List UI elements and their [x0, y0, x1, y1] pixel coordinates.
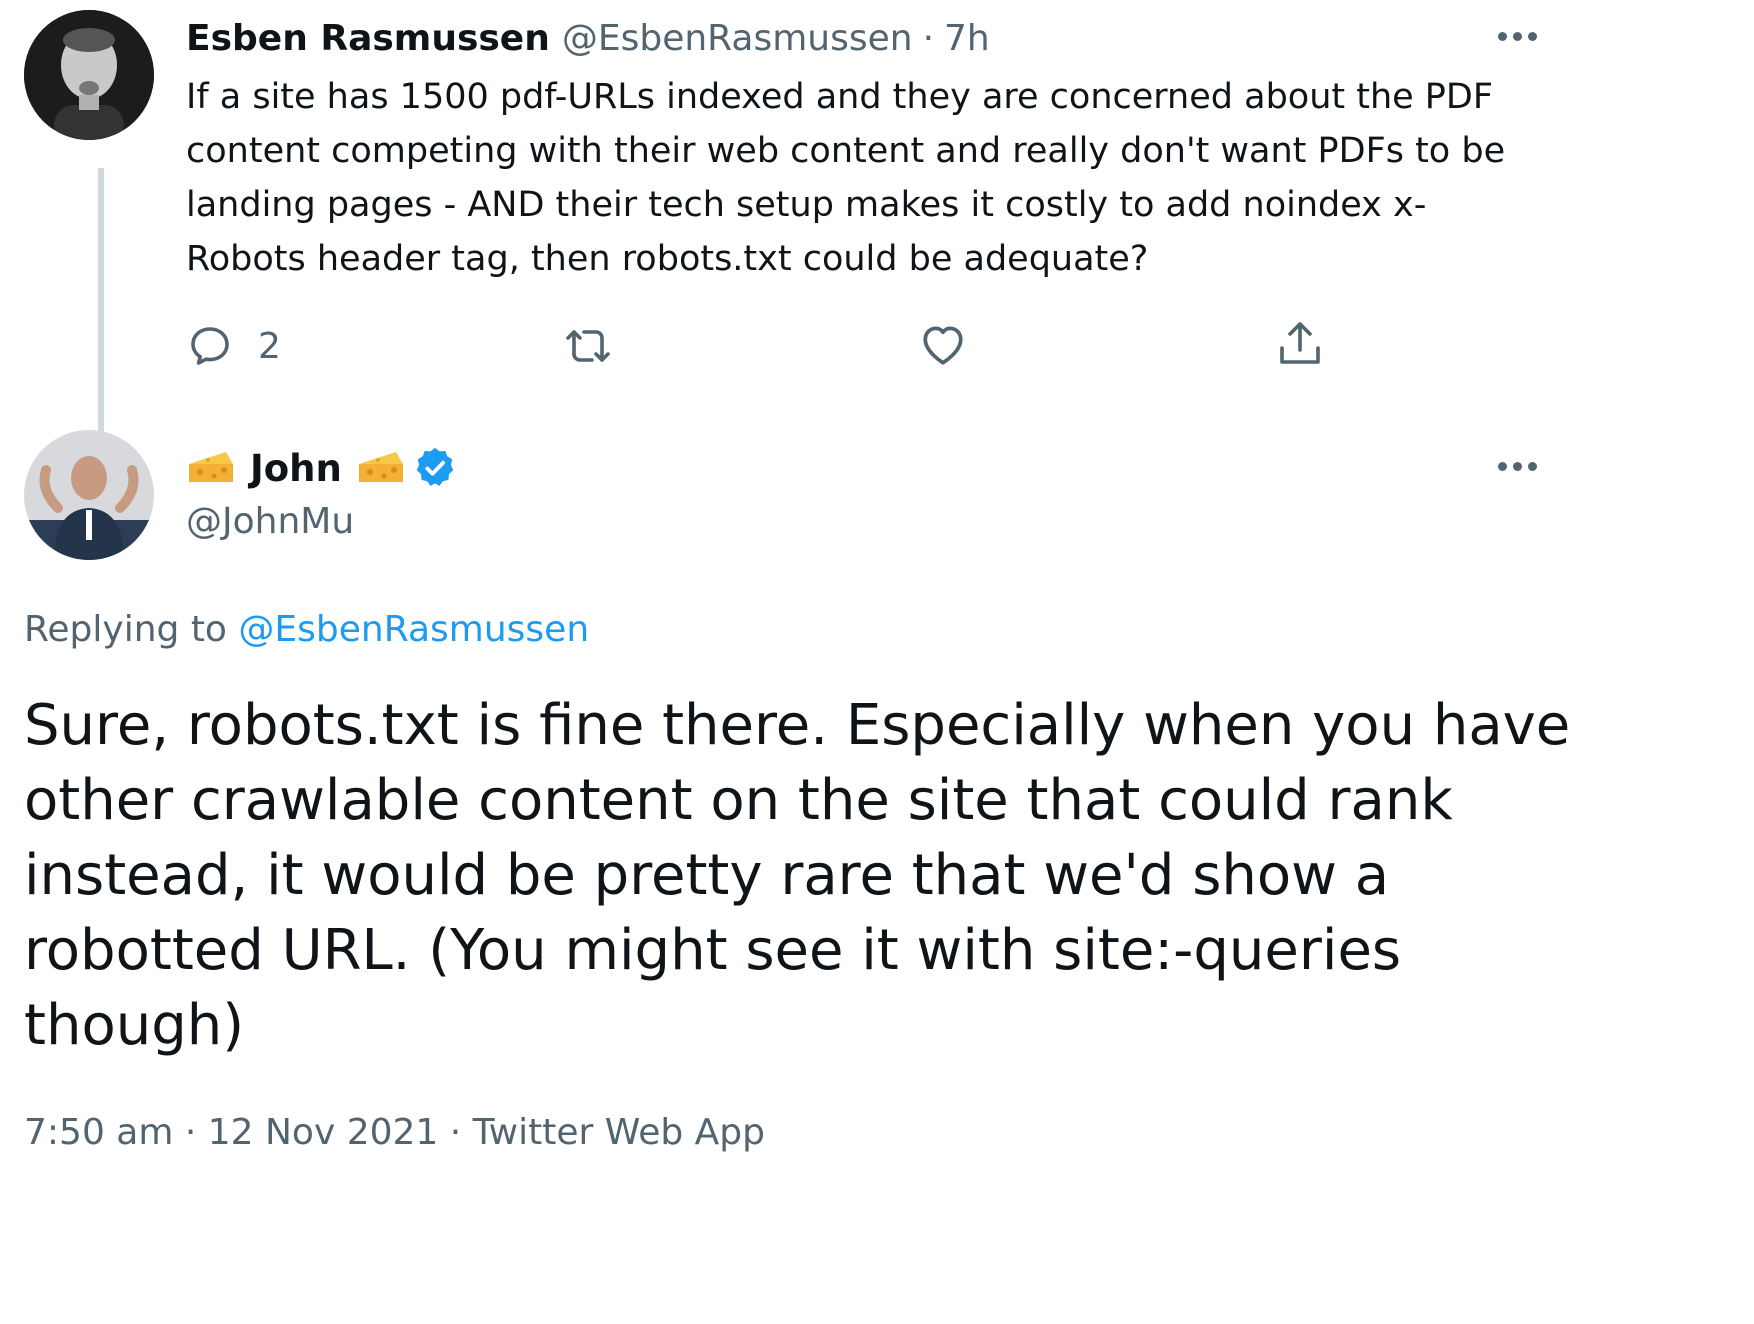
avatar-john[interactable] — [24, 430, 154, 560]
verified-badge-icon[interactable] — [412, 445, 458, 491]
thread-connector-line — [98, 168, 104, 472]
tweet-text-line: If a site has 1500 pdf-URLs indexed and … — [186, 77, 1493, 117]
reply-header: John — [186, 438, 458, 498]
tweet-text-line: landing pages - AND their tech setup mak… — [186, 185, 1427, 225]
like-button[interactable] — [918, 320, 968, 370]
reply-text-line: instead, it would be pretty rare that we… — [24, 843, 1390, 908]
reply-text-line: Sure, robots.txt is fine there. Especial… — [24, 693, 1571, 758]
tweet-text-line: Robots header tag, then robots.txt could… — [186, 239, 1149, 279]
avatar-john-image — [24, 430, 154, 560]
cheese-wedge-icon — [189, 452, 233, 482]
reply-button[interactable]: 2 — [186, 322, 281, 370]
tweet-text-line: content competing with their web content… — [186, 131, 1506, 171]
tweet-text: If a site has 1500 pdf-URLs indexed and … — [186, 70, 1546, 286]
reply-more-options-button[interactable] — [1498, 462, 1537, 471]
author-name[interactable]: Esben Rasmussen — [186, 18, 550, 59]
cheese-wedge-icon — [358, 452, 403, 482]
reply-text-line: robotted URL. (You might see it with sit… — [24, 918, 1402, 983]
more-icon — [1498, 32, 1507, 41]
heart-icon — [923, 326, 963, 365]
retweet-icon — [566, 330, 610, 362]
tweet-header: Esben Rasmussen @EsbenRasmussen · 7h — [186, 14, 990, 62]
reply-icon — [191, 327, 229, 365]
author-handle[interactable]: @EsbenRasmussen — [562, 18, 913, 59]
share-button[interactable] — [1276, 318, 1324, 370]
replying-to-prefix: Replying to — [24, 609, 227, 650]
avatar-esben-image — [24, 10, 154, 140]
more-options-button[interactable] — [1498, 32, 1537, 41]
reply-timestamp[interactable]: 7:50 am · 12 Nov 2021 · Twitter Web App — [24, 1108, 765, 1158]
reply-author-handle[interactable]: @JohnMu — [186, 498, 354, 546]
reply-text-line: though) — [24, 993, 245, 1058]
reply-text-line: other crawlable content on the site that… — [24, 768, 1453, 833]
tweet-time[interactable]: 7h — [944, 18, 990, 59]
avatar-esben[interactable] — [24, 10, 154, 140]
share-icon — [1280, 322, 1320, 364]
reply-count: 2 — [258, 325, 281, 367]
replying-to-handle-link[interactable]: @EsbenRasmussen — [238, 609, 589, 650]
retweet-button[interactable] — [562, 322, 614, 370]
more-icon — [1498, 462, 1507, 471]
replying-to: Replying to @EsbenRasmussen — [24, 606, 589, 654]
reply-author-name[interactable]: John — [250, 447, 342, 490]
reply-text: Sure, robots.txt is fine there. Especial… — [24, 688, 1744, 1063]
header-separator: · — [922, 17, 935, 59]
